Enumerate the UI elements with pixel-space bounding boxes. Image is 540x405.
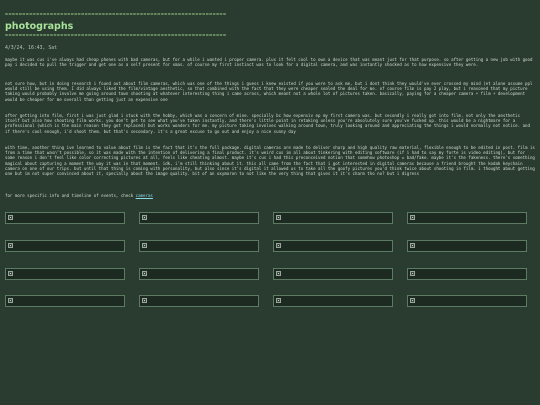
broken-image-icon (410, 243, 415, 248)
post-footer: for more specific info and timeline of e… (5, 193, 535, 198)
broken-image-icon (142, 271, 147, 276)
broken-image-icon (276, 243, 281, 248)
photo-thumbnail[interactable] (139, 240, 259, 252)
broken-image-icon (276, 298, 281, 303)
broken-image-icon (8, 298, 13, 303)
photo-thumbnail[interactable] (5, 240, 125, 252)
header-rule-bottom: ========================================… (5, 33, 227, 39)
broken-image-icon (276, 271, 281, 276)
post-paragraph: with time, another thing ive learned to … (5, 145, 535, 177)
photo-thumbnail[interactable] (407, 212, 527, 224)
photo-thumbnail[interactable] (407, 240, 527, 252)
broken-image-icon (142, 298, 147, 303)
photo-thumbnail[interactable] (139, 212, 259, 224)
photo-thumbnail[interactable] (407, 268, 527, 280)
photo-thumbnail[interactable] (5, 268, 125, 280)
photo-thumbnail[interactable] (273, 212, 393, 224)
photo-thumbnail[interactable] (273, 295, 393, 307)
photo-thumbnail[interactable] (5, 212, 125, 224)
post-paragraph: maybe it was cus i've always had cheap p… (5, 57, 533, 68)
broken-image-icon (142, 215, 147, 220)
page-title: photographs (5, 21, 74, 32)
header-rule-top: ========================================… (5, 12, 227, 18)
broken-image-icon (142, 243, 147, 248)
broken-image-icon (410, 298, 415, 303)
post-paragraph: not sure how, but in doing research i fo… (5, 81, 533, 102)
photo-thumbnail[interactable] (273, 240, 393, 252)
broken-image-icon (410, 271, 415, 276)
broken-image-icon (276, 215, 281, 220)
photo-thumbnail[interactable] (407, 295, 527, 307)
photo-thumbnail[interactable] (273, 268, 393, 280)
broken-image-icon (8, 243, 13, 248)
post-date: 4/3/24, 16:43, Sat (5, 46, 57, 51)
footer-text: for more specific info and timeline of e… (5, 193, 136, 198)
photo-thumbnail[interactable] (139, 268, 259, 280)
broken-image-icon (8, 215, 13, 220)
post-paragraph: after getting into film, first i was jus… (5, 113, 530, 134)
photo-thumbnail[interactable] (139, 295, 259, 307)
broken-image-icon (410, 215, 415, 220)
photographs-page: ========================================… (0, 0, 540, 405)
broken-image-icon (8, 271, 13, 276)
cameras-link[interactable]: cameras (136, 193, 153, 198)
photo-thumbnail[interactable] (5, 295, 125, 307)
